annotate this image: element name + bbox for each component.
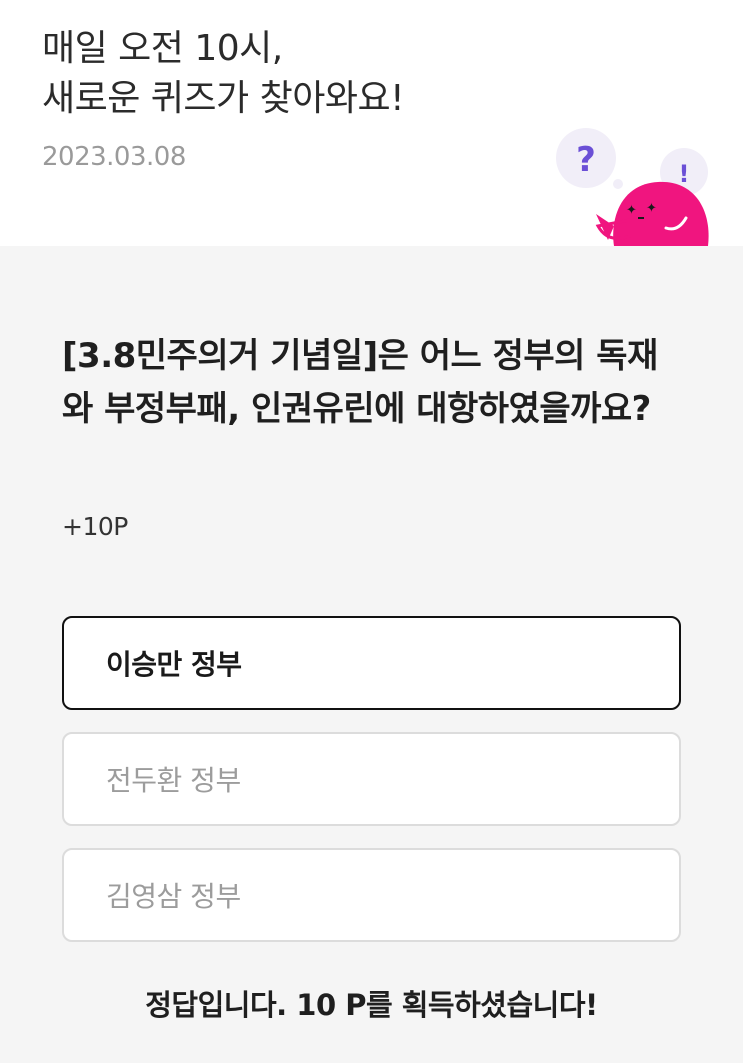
quiz-mascot-icon: ? ! ✦ ✦ bbox=[556, 128, 709, 246]
svg-text:✦: ✦ bbox=[646, 201, 657, 216]
header: 매일 오전 10시, 새로운 퀴즈가 찾아와요! 2023.03.08 ? ! … bbox=[0, 0, 743, 246]
header-title-line-2: 새로운 퀴즈가 찾아와요! bbox=[42, 78, 405, 119]
answer-option-3-label: 김영삼 정부 bbox=[106, 880, 241, 913]
quiz-date: 2023.03.08 bbox=[42, 142, 186, 172]
quiz-question: [3.8민주의거 기념일]은 어느 정부의 독재와 부정부패, 인권유린에 대항… bbox=[62, 336, 658, 429]
question-mark-glyph: ? bbox=[576, 140, 596, 180]
header-title: 매일 오전 10시, 새로운 퀴즈가 찾아와요! bbox=[42, 24, 405, 124]
answer-option-3[interactable]: 김영삼 정부 bbox=[62, 848, 681, 942]
answer-option-1[interactable]: 이승만 정부 bbox=[62, 616, 681, 710]
answer-option-1-label: 이승만 정부 bbox=[106, 648, 242, 681]
exclaim-glyph: ! bbox=[679, 160, 690, 188]
result-message: 정답입니다. 10 P를 획득하셨습니다! bbox=[145, 988, 598, 1022]
header-title-line-1: 매일 오전 10시, bbox=[42, 28, 283, 69]
svg-text:✦: ✦ bbox=[626, 203, 637, 218]
answer-option-2[interactable]: 전두환 정부 bbox=[62, 732, 681, 826]
answer-option-2-label: 전두환 정부 bbox=[106, 764, 241, 797]
reward-points: +10P bbox=[62, 512, 128, 541]
